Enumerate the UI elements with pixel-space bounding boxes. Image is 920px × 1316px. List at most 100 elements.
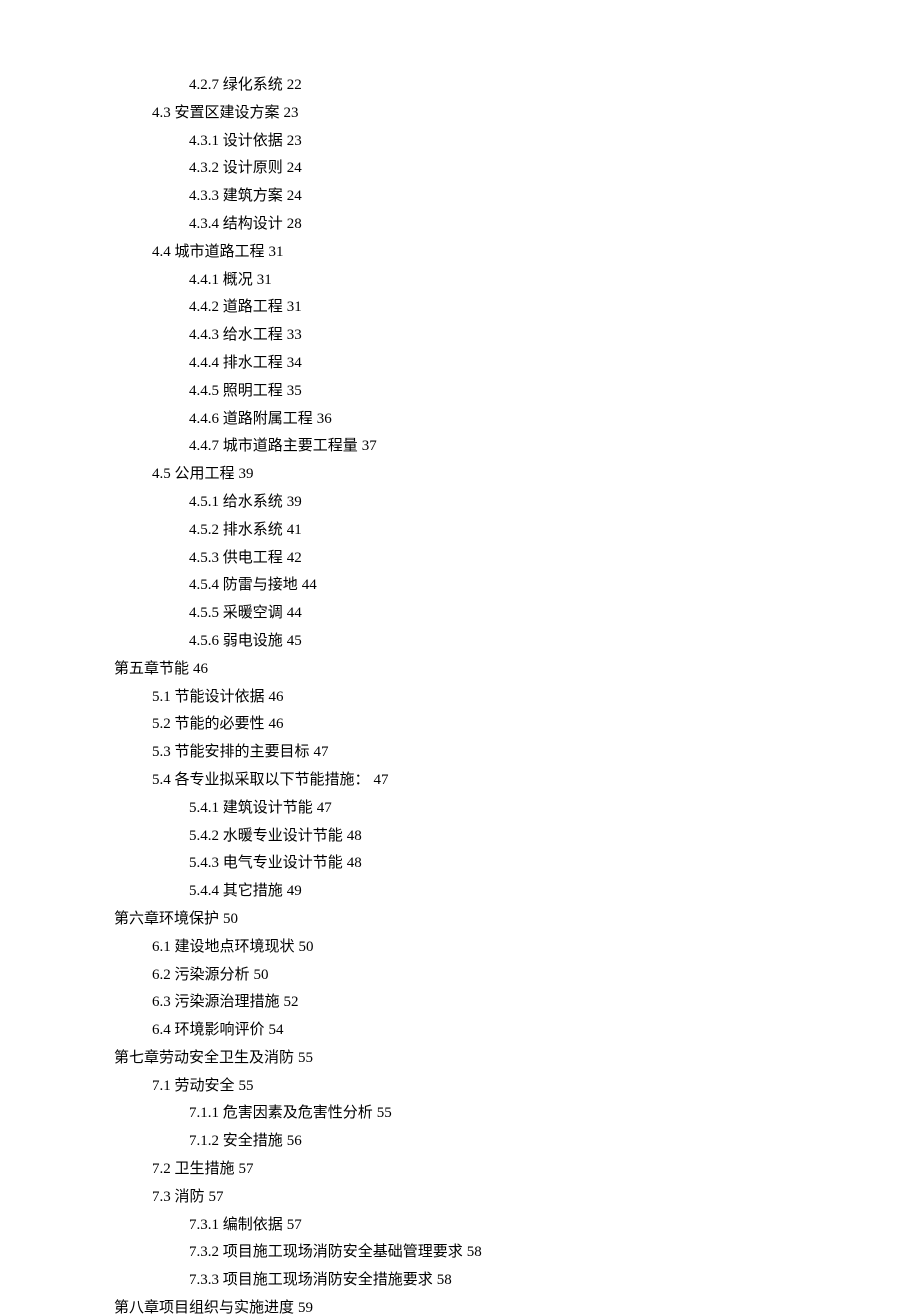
- toc-title: 劳动安全卫生及消防: [159, 1050, 294, 1066]
- toc-page: 47: [314, 744, 329, 760]
- toc-entry: 6.2 污染源分析50: [114, 968, 920, 983]
- toc-page: 39: [239, 466, 254, 482]
- toc-number: 5.2: [152, 716, 171, 732]
- toc-entry: 7.3 消防57: [114, 1190, 920, 1205]
- toc-page: 39: [287, 494, 302, 510]
- toc-entry: 4.4.4 排水工程34: [114, 356, 920, 371]
- toc-number: 4.3.4: [189, 216, 219, 232]
- toc-number: 7.1.1: [189, 1105, 219, 1121]
- toc-page: 57: [239, 1161, 254, 1177]
- toc-entry: 5.3 节能安排的主要目标47: [114, 745, 920, 760]
- toc-title: 结构设计: [223, 216, 283, 232]
- toc-page: 57: [287, 1217, 302, 1233]
- toc-page: 37: [362, 438, 377, 454]
- toc-number: 4.5.1: [189, 494, 219, 510]
- toc-number: 4.5.3: [189, 550, 219, 566]
- toc-title: 安置区建设方案: [175, 105, 280, 121]
- toc-title: 照明工程: [223, 383, 283, 399]
- toc-title: 排水系统: [223, 522, 283, 538]
- toc-page: 55: [377, 1105, 392, 1121]
- toc-title: 采暖空调: [223, 605, 283, 621]
- toc-title: 环境影响评价: [175, 1022, 265, 1038]
- toc-title: 节能安排的主要目标: [175, 744, 310, 760]
- toc-entry: 7.2 卫生措施57: [114, 1162, 920, 1177]
- toc-number: 5.4.2: [189, 828, 219, 844]
- toc-number: 5.1: [152, 689, 171, 705]
- toc-number: 7.3.2: [189, 1244, 219, 1260]
- toc-number: 第七章: [114, 1050, 159, 1066]
- toc-title: 节能: [159, 661, 189, 677]
- toc-title: 绿化系统: [223, 77, 283, 93]
- toc-entry: 4.4.6 道路附属工程36: [114, 412, 920, 427]
- toc-number: 4.4.1: [189, 272, 219, 288]
- toc-title: 电气专业设计节能: [223, 855, 343, 871]
- toc-entry: 7.3.3 项目施工现场消防安全措施要求58: [114, 1273, 920, 1288]
- toc-number: 5.3: [152, 744, 171, 760]
- toc-page: 50: [223, 911, 238, 927]
- toc-page: 44: [302, 577, 317, 593]
- toc-page: 49: [287, 883, 302, 899]
- toc-page: 47: [317, 800, 332, 816]
- table-of-contents: 4.2.7 绿化系统224.3 安置区建设方案234.3.1 设计依据234.3…: [114, 78, 920, 1316]
- toc-entry: 6.1 建设地点环境现状50: [114, 940, 920, 955]
- toc-page: 47: [374, 772, 389, 788]
- toc-entry: 4.5.3 供电工程42: [114, 551, 920, 566]
- toc-page: 59: [298, 1300, 313, 1316]
- toc-title: 建筑方案: [223, 188, 283, 204]
- toc-entry: 4.2.7 绿化系统22: [114, 78, 920, 93]
- toc-number: 6.3: [152, 994, 171, 1010]
- toc-number: 4.4.5: [189, 383, 219, 399]
- toc-page: 58: [467, 1244, 482, 1260]
- toc-number: 4.4.7: [189, 438, 219, 454]
- toc-entry: 第七章劳动安全卫生及消防55: [114, 1051, 920, 1066]
- toc-title: 道路附属工程: [223, 411, 313, 427]
- toc-number: 4.2.7: [189, 77, 219, 93]
- toc-number: 7.3.1: [189, 1217, 219, 1233]
- toc-page: 52: [284, 994, 299, 1010]
- toc-title: 其它措施: [223, 883, 283, 899]
- toc-number: 7.1: [152, 1078, 171, 1094]
- toc-title: 节能的必要性: [175, 716, 265, 732]
- toc-number: 6.1: [152, 939, 171, 955]
- toc-title: 安全措施: [223, 1133, 283, 1149]
- toc-number: 4.5: [152, 466, 171, 482]
- toc-entry: 5.4.4 其它措施49: [114, 884, 920, 899]
- toc-number: 6.4: [152, 1022, 171, 1038]
- toc-entry: 7.3.1 编制依据57: [114, 1218, 920, 1233]
- toc-title: 环境保护: [159, 911, 219, 927]
- toc-entry: 4.3.4 结构设计28: [114, 217, 920, 232]
- toc-title: 节能设计依据: [175, 689, 265, 705]
- toc-number: 4.4: [152, 244, 171, 260]
- toc-entry: 5.4.1 建筑设计节能47: [114, 801, 920, 816]
- toc-page: 46: [269, 716, 284, 732]
- toc-number: 4.4.3: [189, 327, 219, 343]
- toc-title: 给水系统: [223, 494, 283, 510]
- toc-number: 4.4.2: [189, 299, 219, 315]
- toc-number: 4.5.5: [189, 605, 219, 621]
- toc-entry: 4.5.5 采暖空调44: [114, 606, 920, 621]
- toc-title: 项目施工现场消防安全基础管理要求: [223, 1244, 463, 1260]
- toc-page: 41: [287, 522, 302, 538]
- toc-title: 供电工程: [223, 550, 283, 566]
- toc-page: 58: [437, 1272, 452, 1288]
- toc-entry: 4.5 公用工程39: [114, 467, 920, 482]
- toc-page: 50: [299, 939, 314, 955]
- toc-entry: 7.1.1 危害因素及危害性分析55: [114, 1106, 920, 1121]
- toc-number: 第六章: [114, 911, 159, 927]
- toc-title: 概况: [223, 272, 253, 288]
- toc-number: 5.4.4: [189, 883, 219, 899]
- toc-number: 4.4.6: [189, 411, 219, 427]
- toc-page: 48: [347, 828, 362, 844]
- toc-title: 危害因素及危害性分析: [223, 1105, 373, 1121]
- toc-entry: 7.1 劳动安全55: [114, 1079, 920, 1094]
- toc-entry: 4.4.1 概况31: [114, 273, 920, 288]
- toc-page: 31: [269, 244, 284, 260]
- toc-entry: 4.4.2 道路工程31: [114, 300, 920, 315]
- toc-page: 35: [287, 383, 302, 399]
- toc-entry: 第五章节能46: [114, 662, 920, 677]
- toc-number: 4.3.1: [189, 133, 219, 149]
- toc-entry: 5.4 各专业拟采取以下节能措施：47: [114, 773, 920, 788]
- toc-number: 4.5.6: [189, 633, 219, 649]
- toc-number: 4.3.2: [189, 160, 219, 176]
- toc-page: 31: [257, 272, 272, 288]
